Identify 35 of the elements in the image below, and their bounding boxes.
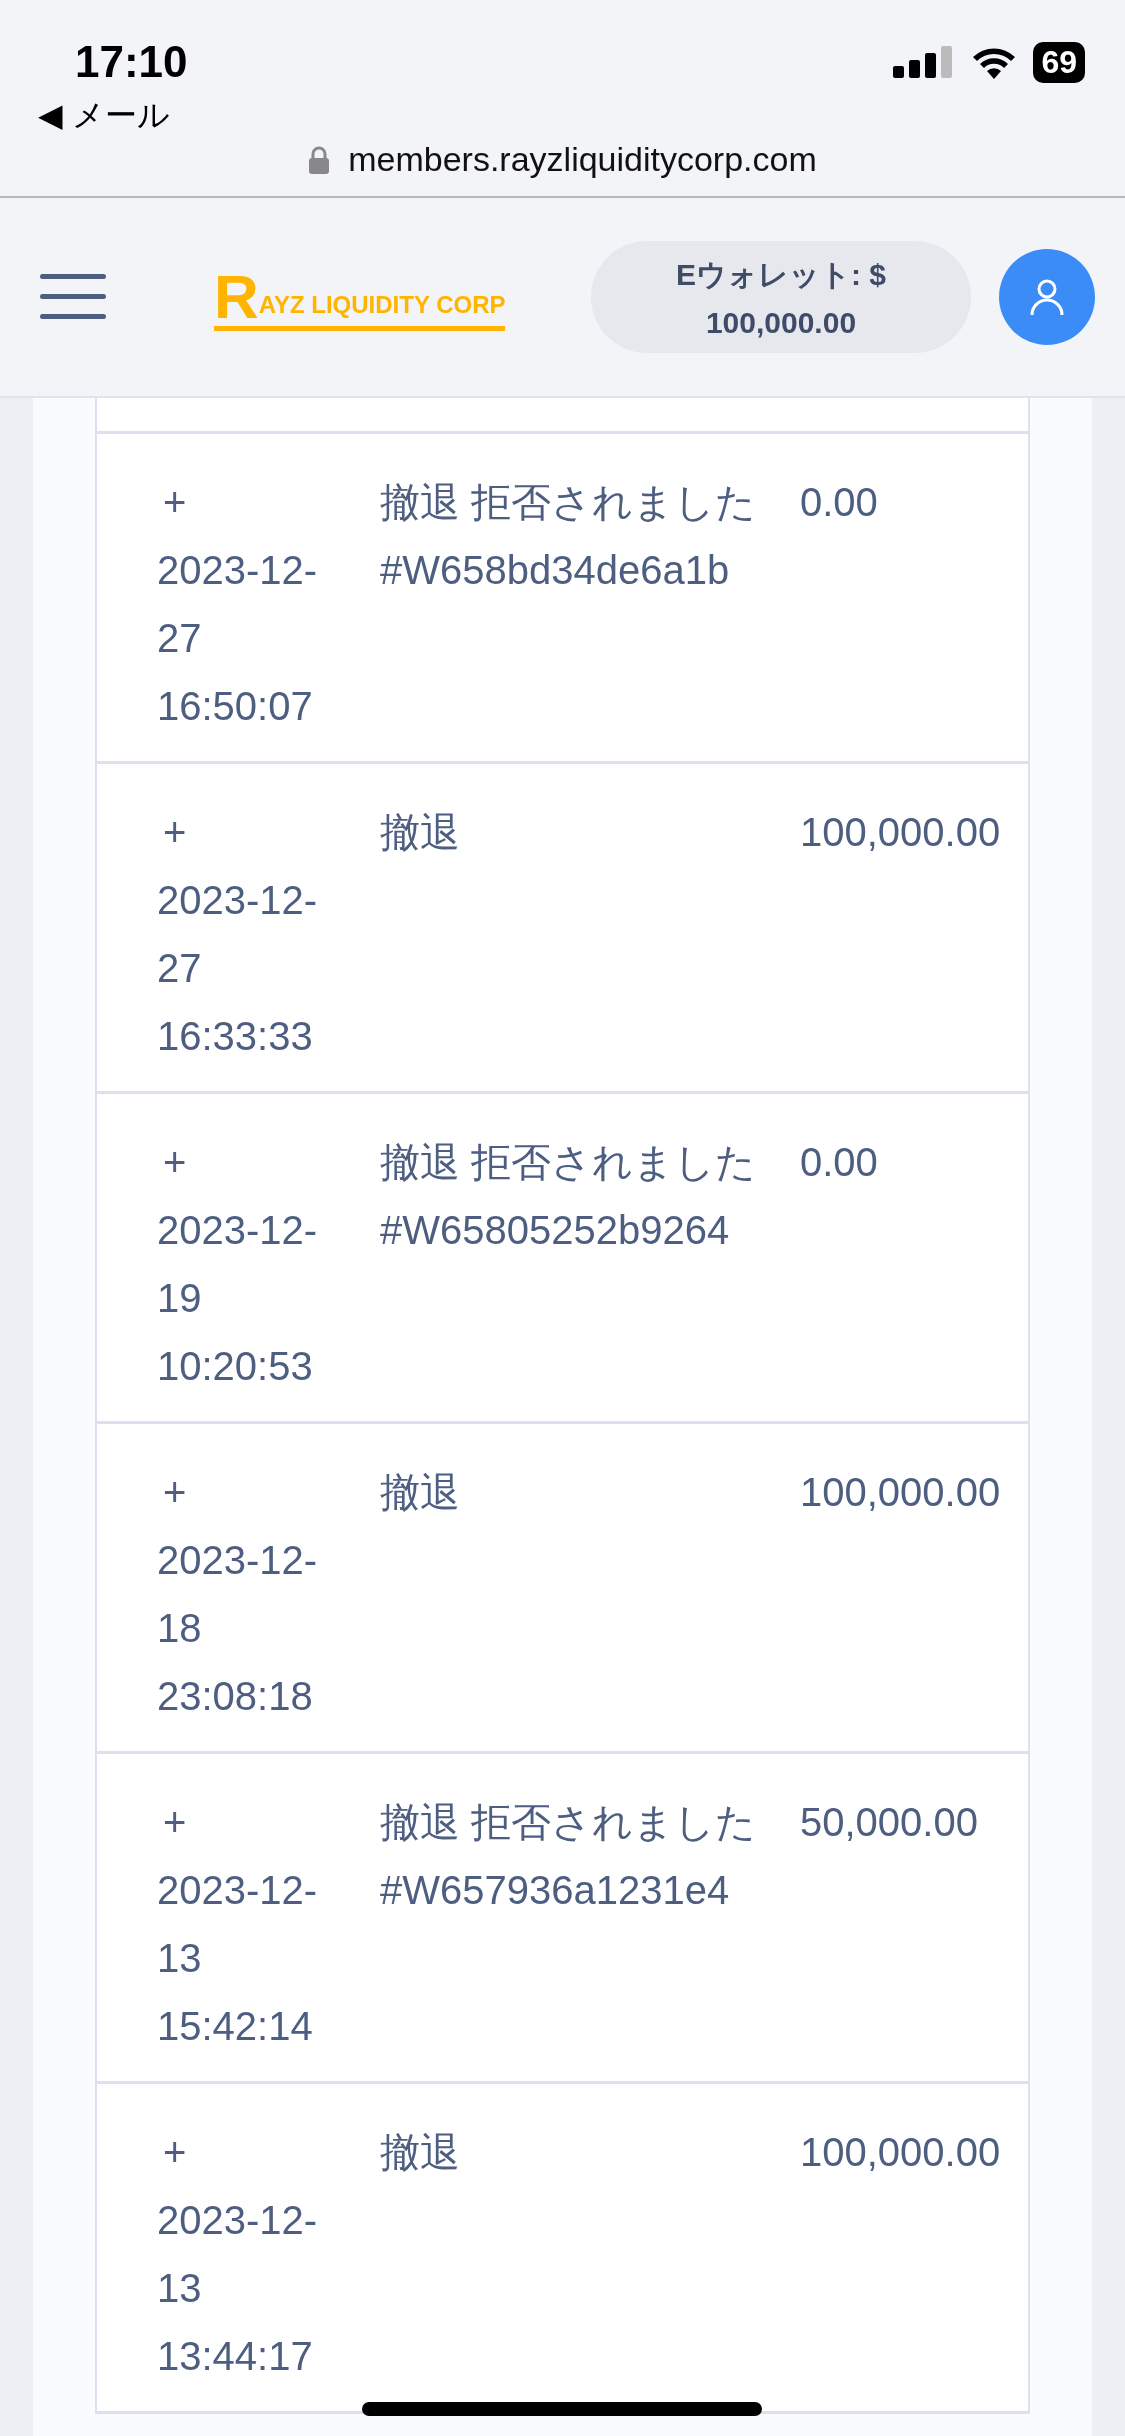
wifi-icon [971,45,1018,79]
date-cell-text: 2023-12-13 15:42:14 [157,1867,319,2050]
date-cell-text: 2023-12-27 16:33:33 [157,877,319,1060]
expand-button[interactable]: + [157,1128,187,1196]
date-cell-text: 2023-12-19 10:20:53 [157,1207,319,1390]
date-cell-text: 2023-12-18 23:08:18 [157,1537,319,1720]
amount-cell: 0.00 [800,1140,878,1184]
expand-button[interactable]: + [157,1458,187,1526]
amount-cell: 0.00 [800,480,878,524]
wallet-balance: Eウォレット: $ 100,000.00 [591,241,971,353]
battery-level: 69 [1033,41,1085,83]
expand-button[interactable]: + [157,798,187,866]
menu-icon[interactable] [40,272,106,322]
url-text[interactable]: members.rayzliquiditycorp.com [348,140,817,179]
status-time: 17:10 [75,37,188,87]
amount-cell: 50,000.00 [800,1800,978,1844]
description-cell-text: 撤退 拒否されました [380,1799,758,1846]
expand-button[interactable]: + [157,1788,187,1856]
description-cell-text: 撤退 [380,1469,461,1516]
expand-button[interactable]: + [157,2118,187,2186]
description-cell-text: 撤退 [380,2129,461,2176]
amount-cell: 100,000.00 [800,810,1001,854]
back-link[interactable]: ◀ メール [0,94,1125,138]
description-cell-text: 撤退 [380,809,461,856]
lock-icon [308,145,331,174]
reference-text: #W657936a1231e4 [380,1867,731,1914]
description-cell-text: 撤退 拒否されました [380,1139,758,1186]
date-cell-text: 2023-12-13 13:44:17 [157,2197,319,2380]
date-cell-text: 2023-12-27 16:50:07 [157,547,319,730]
amount-cell: 100,000.00 [800,1470,1001,1514]
expand-button[interactable]: + [157,468,187,536]
amount-cell: 100,000.00 [800,2130,1001,2174]
reference-text: #W658bd34de6a1b [380,547,731,594]
description-cell-text: 撤退 拒否されました [380,479,758,526]
reference-text: #W65805252b9264 [380,1207,731,1254]
